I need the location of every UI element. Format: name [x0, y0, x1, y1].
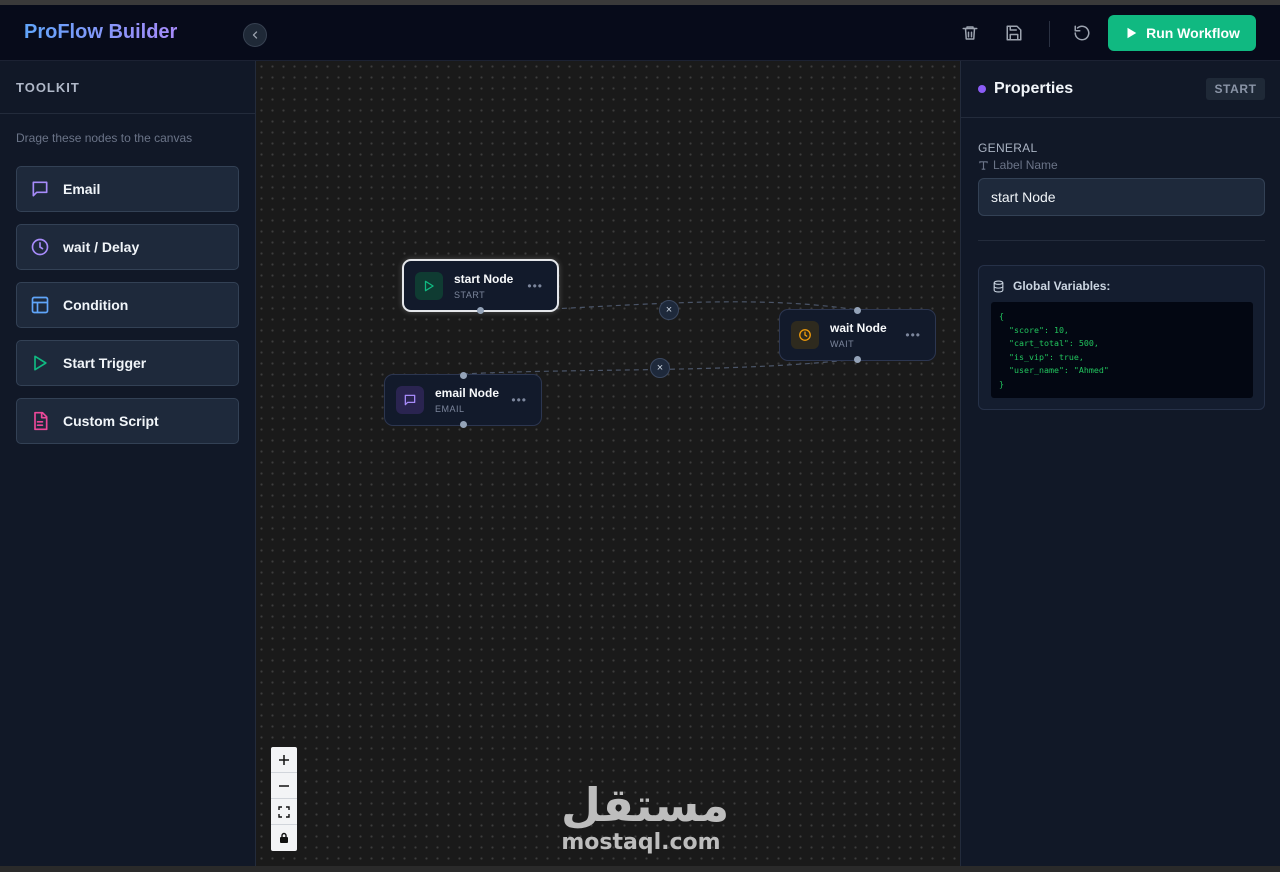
- play-icon: [415, 271, 443, 300]
- collapse-sidebar-button[interactable]: [243, 23, 267, 47]
- node-email[interactable]: email Node EMAIL •••: [384, 374, 542, 426]
- play-icon: [1127, 27, 1137, 39]
- save-icon[interactable]: [1003, 22, 1025, 44]
- label-name-caption: Label Name: [978, 158, 1058, 172]
- chevron-left-icon: [252, 31, 258, 39]
- undo-icon[interactable]: [1071, 22, 1093, 44]
- message-icon: [30, 179, 50, 199]
- fit-view-button[interactable]: [271, 799, 297, 825]
- node-type: START: [454, 289, 486, 300]
- file-icon: [30, 411, 50, 431]
- fit-view-icon: [278, 805, 290, 818]
- zoom-controls: [271, 747, 297, 851]
- watermark-latin: mostaql.com: [561, 830, 721, 855]
- node-start-source-handle[interactable]: [477, 307, 484, 314]
- global-variables-header: Global Variables:: [992, 279, 1110, 293]
- global-variables-code: { "score": 10, "cart_total": 500, "is_vi…: [991, 302, 1253, 398]
- node-type: EMAIL: [435, 404, 465, 414]
- toolkit-item-condition[interactable]: Condition: [16, 282, 239, 328]
- node-email-target-handle[interactable]: [460, 372, 467, 379]
- toolkit-divider: [0, 113, 256, 114]
- run-workflow-label: Run Workflow: [1146, 25, 1240, 41]
- global-variables-card: Global Variables: { "score": 10, "cart_t…: [978, 265, 1265, 410]
- layout-icon: [30, 295, 50, 315]
- node-start[interactable]: start Node START •••: [402, 259, 559, 312]
- database-icon: [993, 280, 1004, 292]
- plus-icon: [279, 754, 289, 765]
- clock-icon: [30, 237, 50, 257]
- watermark-arabic: مستقل: [561, 778, 730, 832]
- minus-icon: [279, 784, 289, 787]
- label-name-text: Label Name: [993, 158, 1058, 172]
- play-icon: [30, 353, 50, 373]
- node-wait-target-handle[interactable]: [854, 307, 861, 314]
- toolkit-item-start-trigger[interactable]: Start Trigger: [16, 340, 239, 386]
- label-name-input[interactable]: [978, 178, 1265, 216]
- message-icon: [396, 386, 424, 414]
- clock-icon: [791, 321, 819, 349]
- node-title: email Node: [435, 386, 500, 400]
- edge-delete-button[interactable]: ×: [659, 300, 679, 320]
- trash-icon[interactable]: [959, 22, 981, 44]
- watermark: مستقل mostaql.com: [561, 778, 730, 855]
- lock-icon: [280, 832, 288, 843]
- toolkit-item-email[interactable]: Email: [16, 166, 239, 212]
- node-menu-icon[interactable]: •••: [527, 279, 543, 293]
- properties-panel: Properties START GENERAL Label Name Glob…: [960, 61, 1280, 872]
- edge-delete-button[interactable]: ×: [650, 358, 670, 378]
- node-title: start Node: [454, 271, 514, 286]
- properties-title: Properties: [994, 80, 1074, 97]
- lock-button[interactable]: [271, 825, 297, 851]
- node-title: wait Node: [830, 321, 887, 335]
- node-wait-source-handle[interactable]: [854, 356, 861, 363]
- node-email-source-handle[interactable]: [460, 421, 467, 428]
- section-general: GENERAL: [978, 141, 1038, 155]
- toolkit-item-wait-delay[interactable]: wait / Delay: [16, 224, 239, 270]
- toolkit-item-label: Custom Script: [63, 413, 159, 429]
- run-workflow-button[interactable]: Run Workflow: [1108, 15, 1256, 51]
- node-menu-icon[interactable]: •••: [905, 328, 921, 342]
- global-variables-title: Global Variables:: [1013, 279, 1111, 293]
- edge-layer: [462, 301, 858, 375]
- header-divider: [1049, 21, 1050, 47]
- text-icon: [979, 160, 988, 170]
- toolkit-item-label: Condition: [63, 297, 129, 313]
- toolkit-sidebar: TOOLKIT Drage these nodes to the canvas …: [0, 61, 256, 872]
- node-type-badge: START: [1206, 78, 1265, 100]
- zoom-in-button[interactable]: [271, 747, 297, 773]
- node-type: WAIT: [830, 339, 855, 349]
- toolkit-item-label: wait / Delay: [63, 239, 140, 255]
- properties-divider: [961, 117, 1280, 118]
- app-header: ProFlow Builder Run Workflow: [0, 5, 1280, 61]
- toolkit-item-custom-script[interactable]: Custom Script: [16, 398, 239, 444]
- app-brand: ProFlow Builder: [24, 21, 178, 43]
- toolkit-hint: Drage these nodes to the canvas: [16, 131, 193, 145]
- zoom-out-button[interactable]: [271, 773, 297, 799]
- toolkit-item-label: Start Trigger: [63, 355, 147, 371]
- toolkit-item-label: Email: [63, 181, 101, 197]
- node-wait[interactable]: wait Node WAIT •••: [779, 309, 936, 361]
- flow-canvas[interactable]: start Node START ••• wait Node WAIT ••• …: [256, 61, 960, 866]
- toolkit-title: TOOLKIT: [16, 80, 80, 95]
- node-menu-icon[interactable]: •••: [511, 393, 527, 407]
- properties-dot: [978, 85, 986, 93]
- window-bottom-strip: [0, 866, 1280, 872]
- properties-divider: [978, 240, 1265, 241]
